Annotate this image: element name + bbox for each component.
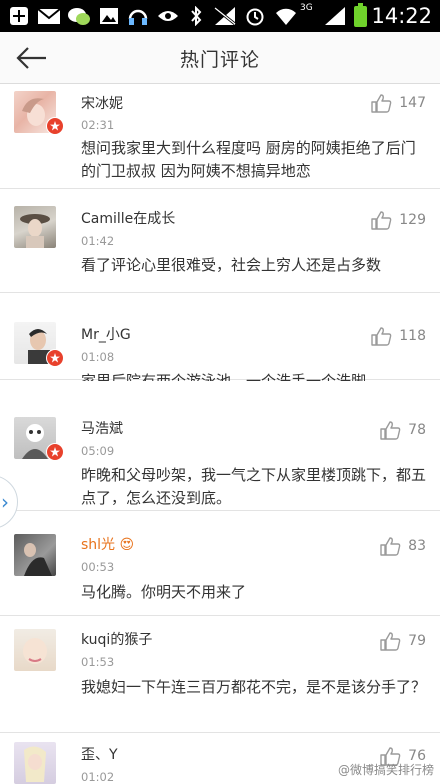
like-button[interactable]: 147 [371, 92, 426, 114]
like-count: 83 [408, 538, 426, 554]
avatar[interactable] [14, 534, 56, 576]
comment-item: Mr_小G 01:08 118 家里后院有两个游泳池，一个洗手一个洗脚 [0, 294, 440, 380]
comment-time: 01:08 [81, 350, 114, 364]
thumbs-up-icon [371, 326, 393, 346]
comment-username[interactable]: Camille在成长 [81, 208, 175, 228]
thumbs-up-icon [380, 420, 402, 440]
comment-username[interactable]: Mr_小G [81, 324, 131, 344]
add-icon [8, 6, 30, 26]
comment-text: 昨晚和父母吵架，我一气之下从家里楼顶跳下，都五点了，怎么还没到底。 [81, 464, 426, 510]
like-button[interactable]: 129 [371, 209, 426, 231]
headset-icon [126, 6, 150, 26]
comment-item: Camille在成长 01:42 129 看了评论心里很难受，社会上穷人还是占多… [0, 190, 440, 293]
alarm-icon [244, 6, 266, 26]
eye-icon [156, 6, 180, 26]
thumbs-up-icon [371, 93, 393, 113]
thumbs-up-icon [380, 631, 402, 651]
comment-item: kuqi的猴子 01:53 79 我媳妇一下午连三百万都花不完，是不是该分手了？ [0, 617, 440, 733]
avatar[interactable] [14, 742, 56, 784]
like-count: 79 [408, 633, 426, 649]
thumbs-up-icon [380, 536, 402, 556]
username-text: shl光 [81, 537, 115, 553]
comment-time: 01:53 [81, 655, 114, 669]
image-icon [98, 6, 120, 26]
network-type: 3G [300, 3, 313, 13]
avatar[interactable] [14, 206, 56, 248]
verified-badge-icon [46, 349, 64, 367]
like-count: 147 [399, 95, 426, 111]
mail-icon [36, 6, 62, 26]
wifi-icon [274, 6, 298, 26]
comment-time: 00:53 [81, 560, 114, 574]
comment-text: 我媳妇一下午连三百万都花不完，是不是该分手了？ [81, 676, 426, 699]
chat-app-icon [66, 6, 92, 26]
like-count: 129 [399, 212, 426, 228]
like-count: 118 [399, 328, 426, 344]
verified-badge-icon [46, 117, 64, 135]
like-button[interactable]: 83 [380, 535, 426, 557]
verified-badge-icon [46, 443, 64, 461]
comment-username[interactable]: kuqi的猴子 [81, 629, 152, 649]
comment-text: 想问我家里大到什么程度吗 厨房的阿姨拒绝了后门的门卫叔叔 因为阿姨不想搞异地恋 [81, 137, 426, 183]
comment-item: 马浩斌 05:09 78 昨晚和父母吵架，我一气之下从家里楼顶跳下，都五点了，怎… [0, 381, 440, 511]
comment-item: 宋冰妮 02:31 147 想问我家里大到什么程度吗 厨房的阿姨拒绝了后门的门卫… [0, 85, 440, 189]
chevron-right-icon: › [1, 490, 9, 514]
comment-time: 05:09 [81, 444, 114, 458]
like-button[interactable]: 118 [371, 325, 426, 347]
clock: 14:22 [371, 4, 432, 28]
cell-signal-icon [322, 6, 348, 26]
bluetooth-icon [188, 6, 204, 26]
like-count: 78 [408, 422, 426, 438]
comment-username[interactable]: 宋冰妮 [81, 93, 123, 113]
page-title: 热门评论 [0, 45, 440, 72]
comment-item: shl光 😍 00:53 83 马化腾。你明天不用来了 [0, 512, 440, 616]
comment-username[interactable]: 马浩斌 [81, 418, 123, 438]
comment-username[interactable]: shl光 😍 [81, 534, 134, 554]
signal-off-icon [212, 6, 238, 26]
comment-username[interactable]: 歪、Y [81, 744, 118, 764]
watermark: @微博搞笑排行榜 [338, 761, 434, 778]
comment-text: 马化腾。你明天不用来了 [81, 581, 426, 604]
avatar[interactable] [14, 629, 56, 671]
battery-icon [354, 6, 367, 27]
thumbs-up-icon [371, 210, 393, 230]
app-header: 热门评论 [0, 32, 440, 84]
comment-time: 01:42 [81, 234, 114, 248]
comment-text: 看了评论心里很难受，社会上穷人还是占多数 [81, 254, 426, 277]
heart-eyes-emoji-icon: 😍 [120, 537, 135, 553]
like-button[interactable]: 79 [380, 630, 426, 652]
like-button[interactable]: 78 [380, 419, 426, 441]
comment-time: 02:31 [81, 118, 114, 132]
status-bar: 3G 14:22 [0, 0, 440, 32]
